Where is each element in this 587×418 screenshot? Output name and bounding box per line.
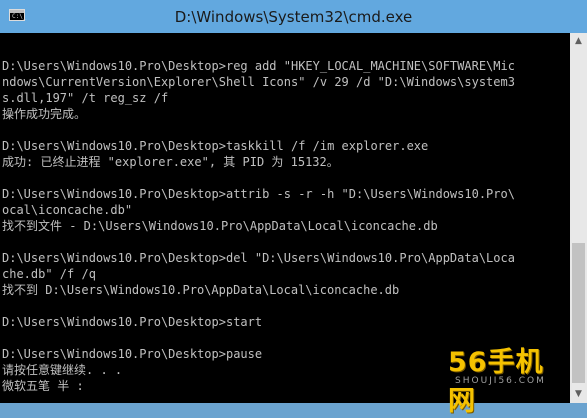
console-line: D:\Users\Windows10.Pro\Desktop>attrib -s… — [2, 187, 515, 201]
console-line: D:\Users\Windows10.Pro\Desktop>reg add "… — [2, 59, 515, 73]
console-line: che.db" /f /q — [2, 267, 96, 281]
console-line: D:\Users\Windows10.Pro\Desktop>start — [2, 315, 263, 329]
console-line: ocal\iconcache.db" — [2, 203, 133, 217]
console-line: D:\Users\Windows10.Pro\Desktop>del "D:\U… — [2, 251, 515, 265]
watermark-url: SHOUJI56.COM — [455, 376, 546, 386]
cmd-window: C:\_ D:\Windows\System32\cmd.exe D:\User… — [0, 0, 587, 417]
scroll-thumb[interactable] — [572, 243, 585, 383]
console-line: D:\Users\Windows10.Pro\Desktop>taskkill … — [2, 139, 429, 153]
scroll-up-arrow-icon[interactable]: ▲ — [570, 33, 587, 50]
console-line: 找不到 D:\Users\Windows10.Pro\AppData\Local… — [2, 283, 400, 297]
watermark: 56手机网 SHOUJI56.COM — [440, 338, 570, 417]
title-bar[interactable]: C:\_ D:\Windows\System32\cmd.exe — [0, 0, 587, 33]
console-line: 找不到文件 - D:\Users\Windows10.Pro\AppData\L… — [2, 219, 438, 233]
window-title: D:\Windows\System32\cmd.exe — [174, 8, 413, 26]
vertical-scrollbar[interactable]: ▲ ▼ — [570, 33, 587, 403]
scroll-down-arrow-icon[interactable]: ▼ — [570, 386, 587, 403]
console-line: ndows\CurrentVersion\Explorer\Shell Icon… — [2, 75, 515, 89]
console-line: 成功: 已终止进程 "explorer.exe", 其 PID 为 15132。 — [2, 155, 339, 169]
console-line: s.dll,197" /t reg_sz /f — [2, 91, 169, 105]
console-line: 操作成功完成。 — [2, 107, 87, 121]
